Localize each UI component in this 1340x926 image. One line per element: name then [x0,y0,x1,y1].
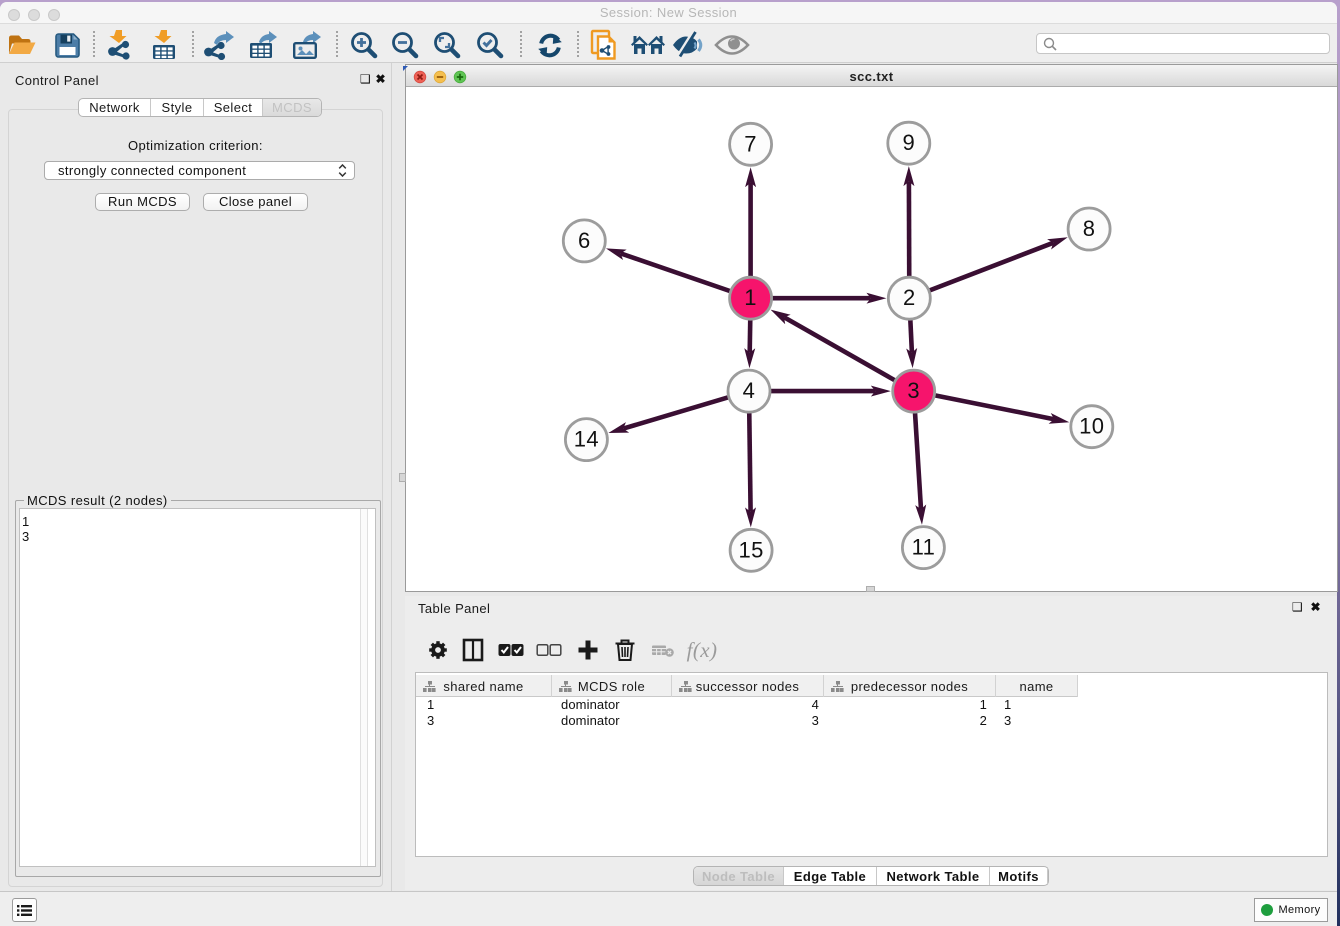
svg-text:10: 10 [1079,414,1104,439]
svg-text:7: 7 [744,131,757,156]
svg-text:11: 11 [912,535,936,560]
svg-text:2: 2 [903,285,916,310]
svg-text:1: 1 [744,285,757,310]
svg-text:14: 14 [574,427,599,452]
svg-text:9: 9 [902,130,915,155]
svg-text:6: 6 [578,228,591,253]
svg-text:15: 15 [738,537,763,562]
svg-text:8: 8 [1083,216,1096,241]
svg-text:3: 3 [907,378,920,403]
svg-text:4: 4 [743,378,756,403]
